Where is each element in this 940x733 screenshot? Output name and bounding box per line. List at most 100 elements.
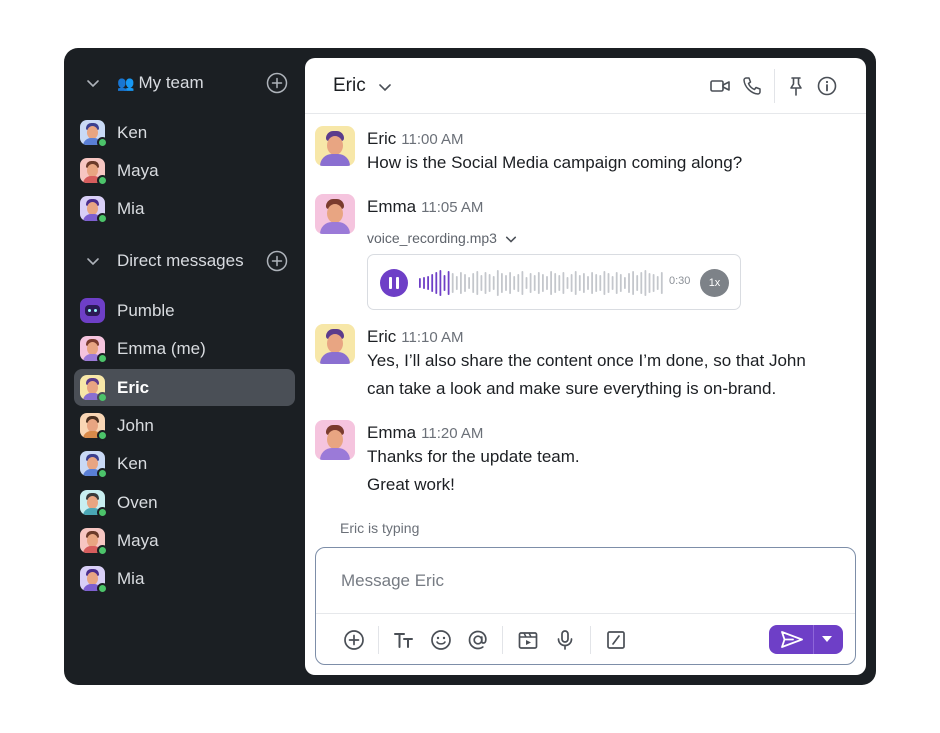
pin-icon[interactable]: [785, 75, 807, 97]
online-status-dot: [97, 137, 108, 148]
waveform-bar: [509, 272, 511, 294]
chevron-down-icon[interactable]: [378, 80, 392, 94]
attachment-name[interactable]: voice_recording.mp3: [367, 230, 517, 246]
avatar[interactable]: [315, 194, 355, 234]
sidebar-item-ken[interactable]: Ken: [74, 445, 295, 482]
sidebar-item-maya[interactable]: Maya: [74, 152, 295, 189]
sidebar-item-label: Maya: [117, 161, 159, 180]
waveform-bar: [636, 275, 639, 291]
waveform-bar: [529, 273, 532, 293]
direct-messages-section-header[interactable]: Direct messages: [64, 245, 305, 277]
waveform-bar: [476, 271, 479, 295]
video-call-icon[interactable]: [709, 75, 731, 97]
waveform-bar: [480, 275, 483, 291]
waveform-bar: [455, 276, 458, 290]
mention-icon[interactable]: [466, 628, 490, 652]
avatar: [80, 566, 108, 594]
message-author[interactable]: Emma: [367, 423, 416, 442]
sidebar-item-mia[interactable]: Mia: [74, 190, 295, 227]
waveform-bar: [419, 278, 421, 288]
waveform-bar: [619, 274, 622, 292]
sidebar-item-label: Ken: [117, 454, 148, 473]
sidebar-item-eric[interactable]: Eric: [74, 369, 295, 406]
waveform-bar: [451, 273, 454, 293]
waveform-bar: [517, 274, 520, 292]
send-button[interactable]: [769, 625, 843, 654]
waveform-bar: [632, 271, 634, 295]
attachment-filename: voice_recording.mp3: [367, 230, 497, 246]
header-divider: [774, 69, 775, 103]
waveform-bar: [660, 272, 663, 294]
audio-waveform[interactable]: [419, 267, 665, 299]
waveform-bar: [513, 276, 516, 290]
waveform-bar: [558, 275, 561, 291]
message-text: Yes, I’ll also share the content once I’…: [367, 347, 847, 403]
message-input[interactable]: [317, 549, 854, 612]
sidebar-item-maya[interactable]: Maya: [74, 522, 295, 559]
chevron-down-icon[interactable]: [505, 233, 517, 245]
message-line: Yes, I’ll also share the content once I’…: [367, 351, 806, 370]
online-status-dot: [97, 430, 108, 441]
avatar: [80, 120, 108, 148]
waveform-bar: [533, 275, 536, 291]
message-time: 11:00 AM: [401, 131, 464, 148]
waveform-bar: [624, 277, 626, 289]
message-text: Thanks for the update team. Great work!: [367, 443, 847, 499]
sidebar-item-label: Pumble: [117, 301, 175, 320]
avatar[interactable]: [315, 420, 355, 460]
toolbar-divider: [378, 626, 379, 654]
avatar: [80, 413, 108, 441]
add-icon[interactable]: [342, 628, 366, 652]
conversation-title[interactable]: Eric: [333, 75, 366, 97]
avatar: [80, 451, 108, 479]
waveform-bar: [574, 271, 577, 295]
audio-player: 0:30 1x: [367, 254, 741, 310]
composer-divider: [316, 613, 855, 614]
waveform-bar: [640, 272, 643, 294]
message-line: How is the Social Media campaign coming …: [367, 153, 743, 172]
message-author[interactable]: Eric: [367, 129, 396, 148]
waveform-bar: [652, 274, 655, 292]
phone-icon[interactable]: [741, 75, 763, 97]
sidebar-item-mia[interactable]: Mia: [74, 560, 295, 597]
sidebar-item-pumble[interactable]: Pumble: [74, 292, 295, 329]
pause-button[interactable]: [380, 269, 408, 297]
waveform-bar: [435, 272, 438, 294]
sidebar-item-oven[interactable]: Oven: [74, 484, 295, 521]
online-status-dot: [97, 213, 108, 224]
waveform-bar: [656, 276, 659, 290]
playback-speed-button[interactable]: 1x: [700, 269, 729, 297]
message-author[interactable]: Eric: [367, 327, 396, 346]
waveform-bar: [566, 277, 569, 289]
waveform-bar: [439, 270, 442, 296]
message-time: 11:05 AM: [421, 199, 484, 216]
sidebar-item-label: Ken: [117, 123, 148, 142]
waveform-bar: [468, 277, 470, 289]
sidebar-item-emma[interactable]: Emma (me): [74, 330, 295, 367]
chevron-down-icon[interactable]: [86, 76, 100, 90]
avatar[interactable]: [315, 126, 355, 166]
message-line: Thanks for the update team.: [367, 447, 580, 466]
avatar[interactable]: [315, 324, 355, 364]
my-team-section-header[interactable]: 👥 My team: [64, 67, 305, 99]
caret-down-icon[interactable]: [821, 635, 833, 644]
conversation-header: Eric: [305, 58, 866, 114]
microphone-icon[interactable]: [553, 628, 577, 652]
add-channel-icon[interactable]: [266, 72, 288, 94]
message-author[interactable]: Emma: [367, 197, 416, 216]
slash-command-icon[interactable]: [604, 628, 628, 652]
waveform-bar: [525, 277, 528, 289]
info-icon[interactable]: [816, 75, 838, 97]
video-clip-icon[interactable]: [516, 628, 540, 652]
conversation-pane: Eric Eric 11:00 AM How is the Social Medi…: [305, 58, 866, 675]
message-header: Emma 11:05 AM: [367, 197, 483, 217]
add-dm-icon[interactable]: [266, 250, 288, 272]
sidebar-item-john[interactable]: John: [74, 407, 295, 444]
chevron-down-icon[interactable]: [86, 254, 100, 268]
send-divider: [813, 625, 814, 654]
waveform-bar: [505, 275, 507, 291]
message-header: Emma 11:20 AM: [367, 423, 483, 443]
text-format-icon[interactable]: [392, 628, 416, 652]
sidebar-item-ken[interactable]: Ken: [74, 114, 295, 151]
emoji-icon[interactable]: [429, 628, 453, 652]
